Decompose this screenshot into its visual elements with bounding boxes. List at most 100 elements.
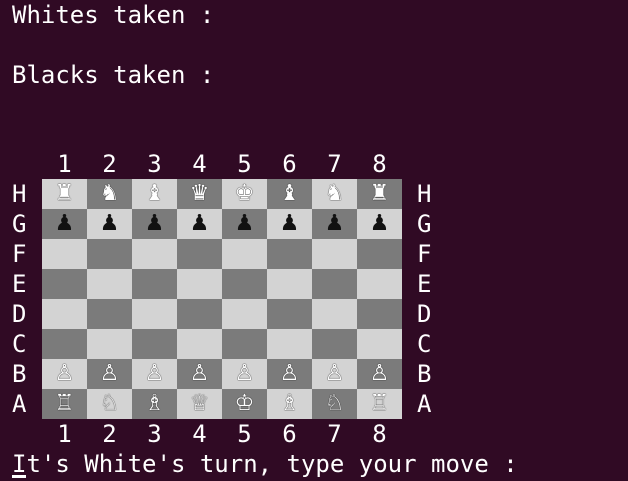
board-square[interactable] — [357, 269, 402, 299]
chess-piece-icon: ♘ — [324, 391, 345, 416]
board-square[interactable]: ♙ — [267, 359, 312, 389]
row-label: C — [12, 330, 27, 358]
move-prompt: It's White's turn, type your move : — [12, 450, 518, 478]
board-square[interactable]: ♟ — [132, 209, 177, 239]
chess-piece-icon: ♗ — [144, 391, 165, 416]
board-square[interactable] — [42, 329, 87, 359]
board-square[interactable] — [222, 239, 267, 269]
board-square[interactable] — [87, 269, 132, 299]
board-square[interactable]: ♖ — [357, 389, 402, 419]
chess-piece-icon: ♙ — [369, 361, 390, 386]
chess-piece-icon: ♜ — [369, 181, 390, 206]
chess-piece-icon: ♖ — [54, 391, 75, 416]
board-square[interactable]: ♘ — [312, 389, 357, 419]
board-square[interactable]: ♟ — [87, 209, 132, 239]
board-square[interactable] — [42, 269, 87, 299]
chess-piece-icon: ♙ — [189, 361, 210, 386]
row-label: H — [12, 180, 27, 208]
chess-piece-icon: ♟ — [189, 211, 210, 236]
board-square[interactable] — [87, 239, 132, 269]
board-square[interactable] — [267, 329, 312, 359]
chess-piece-icon: ♟ — [99, 211, 120, 236]
board-square[interactable]: ♙ — [312, 359, 357, 389]
board-square[interactable]: ♕ — [177, 389, 222, 419]
column-label: 5 — [237, 420, 252, 448]
board-square[interactable] — [357, 329, 402, 359]
terminal-cursor[interactable] — [12, 475, 26, 478]
board-square[interactable]: ♜ — [42, 179, 87, 209]
board-square[interactable] — [357, 299, 402, 329]
board-square[interactable]: ♟ — [42, 209, 87, 239]
column-label: 6 — [282, 420, 297, 448]
column-label: 8 — [372, 420, 387, 448]
board-square[interactable] — [42, 239, 87, 269]
chess-piece-icon: ♙ — [54, 361, 75, 386]
board-square[interactable]: ♚ — [222, 179, 267, 209]
board-square[interactable] — [132, 299, 177, 329]
board-square[interactable] — [312, 239, 357, 269]
chess-piece-icon: ♝ — [144, 181, 165, 206]
board-square[interactable] — [132, 239, 177, 269]
board-square[interactable]: ♘ — [87, 389, 132, 419]
board-square[interactable]: ♟ — [177, 209, 222, 239]
board-square[interactable] — [132, 329, 177, 359]
board-square[interactable] — [42, 299, 87, 329]
board-square[interactable] — [222, 329, 267, 359]
chess-piece-icon: ♞ — [324, 181, 345, 206]
board-square[interactable]: ♔ — [222, 389, 267, 419]
board-square[interactable]: ♟ — [357, 209, 402, 239]
board-square[interactable]: ♙ — [177, 359, 222, 389]
board-square[interactable] — [267, 239, 312, 269]
board-square[interactable]: ♟ — [222, 209, 267, 239]
board-square[interactable] — [267, 299, 312, 329]
chess-piece-icon: ♜ — [54, 181, 75, 206]
board-square[interactable]: ♞ — [87, 179, 132, 209]
board-square[interactable]: ♙ — [357, 359, 402, 389]
board-square[interactable]: ♙ — [132, 359, 177, 389]
board-square[interactable] — [87, 329, 132, 359]
chess-piece-icon: ♛ — [189, 181, 210, 206]
board-square[interactable] — [177, 329, 222, 359]
row-label: D — [417, 300, 432, 328]
board-square[interactable]: ♝ — [132, 179, 177, 209]
board-square[interactable]: ♙ — [87, 359, 132, 389]
column-label: 4 — [192, 420, 207, 448]
board-square[interactable] — [222, 299, 267, 329]
board-square[interactable]: ♜ — [357, 179, 402, 209]
board-square[interactable]: ♞ — [312, 179, 357, 209]
chess-piece-icon: ♟ — [369, 211, 390, 236]
board-square[interactable] — [177, 239, 222, 269]
board-square[interactable] — [312, 269, 357, 299]
board-square[interactable]: ♟ — [267, 209, 312, 239]
board-square[interactable]: ♗ — [132, 389, 177, 419]
board-square[interactable] — [177, 269, 222, 299]
board-square[interactable] — [87, 299, 132, 329]
board-square[interactable] — [132, 269, 177, 299]
board-square[interactable]: ♝ — [267, 179, 312, 209]
column-label: 6 — [282, 150, 297, 178]
board-square[interactable] — [312, 299, 357, 329]
board-square[interactable]: ♖ — [42, 389, 87, 419]
chess-board: ♜ ♞ ♝ ♛ ♚ ♝ ♞ ♜ ♟ ♟ ♟ ♟ ♟ ♟ ♟ ♟ ♙ ♙ ♙ ♙ ♙ ♙ ♙ ♙ ♖ ♘ ♗ ♕ ♔ ♗ ♘ ♖ — [42, 179, 402, 419]
board-square[interactable]: ♙ — [42, 359, 87, 389]
row-labels-right: H G F E D C B A — [417, 179, 433, 419]
board-square[interactable] — [222, 269, 267, 299]
board-square[interactable]: ♛ — [177, 179, 222, 209]
column-label: 5 — [237, 150, 252, 178]
column-label: 3 — [147, 420, 162, 448]
column-label: 7 — [327, 420, 342, 448]
column-label: 8 — [372, 150, 387, 178]
chess-piece-icon: ♟ — [279, 211, 300, 236]
chess-piece-icon: ♙ — [279, 361, 300, 386]
board-square[interactable]: ♗ — [267, 389, 312, 419]
board-square[interactable] — [267, 269, 312, 299]
board-square[interactable] — [312, 329, 357, 359]
chess-piece-icon: ♟ — [54, 211, 75, 236]
board-square[interactable] — [177, 299, 222, 329]
chess-piece-icon: ♙ — [324, 361, 345, 386]
chess-piece-icon: ♝ — [279, 181, 300, 206]
board-square[interactable]: ♙ — [222, 359, 267, 389]
board-square[interactable] — [357, 239, 402, 269]
board-square[interactable]: ♟ — [312, 209, 357, 239]
chess-piece-icon: ♘ — [99, 391, 120, 416]
